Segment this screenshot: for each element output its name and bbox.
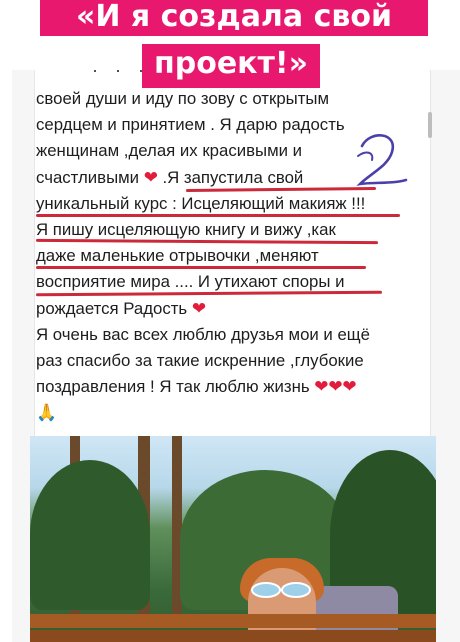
post-line-1: своей души и иду по зову с открытым: [36, 89, 329, 108]
story-frame: · · · своей души и иду по зову с открыты…: [0, 0, 460, 642]
wooden-rail: [30, 630, 436, 642]
pray-emoji-icon: 🙏: [36, 403, 57, 423]
title-banner-line-2: проект!»: [142, 44, 320, 88]
post-line-12: поздравления ! Я так люблю жизнь ❤❤❤: [36, 374, 428, 400]
post-line-12-text: поздравления ! Я так люблю жизнь: [36, 377, 310, 397]
post-line-10: Я очень вас всех люблю друзья мои и ещё: [36, 324, 370, 344]
title-banner-line-1: «И я создала свой: [40, 0, 428, 36]
post-line-4-b: .Я запустила свой: [162, 167, 304, 187]
post-line-9-text: рождается Радость: [36, 298, 188, 318]
underline-mark: [36, 214, 400, 217]
post-photo[interactable]: [30, 436, 436, 642]
sunglasses-icon: [251, 582, 311, 598]
handwritten-number-icon: [356, 134, 408, 186]
heart-emoji-icon: ❤: [191, 298, 206, 318]
underline-mark: [36, 266, 366, 269]
post-line-4-a: счастливыми: [36, 167, 140, 187]
tree-foliage: [30, 460, 150, 610]
three-hearts-icon: ❤❤❤: [314, 377, 357, 397]
scrollbar-thumb[interactable]: [428, 112, 432, 138]
post-line-9: рождается Радость ❤: [36, 296, 428, 322]
post-line-11: раз спасибо за такие искренние ,глубокие: [36, 351, 364, 371]
wooden-rail: [30, 614, 436, 628]
heart-emoji-icon: ❤: [143, 167, 158, 187]
